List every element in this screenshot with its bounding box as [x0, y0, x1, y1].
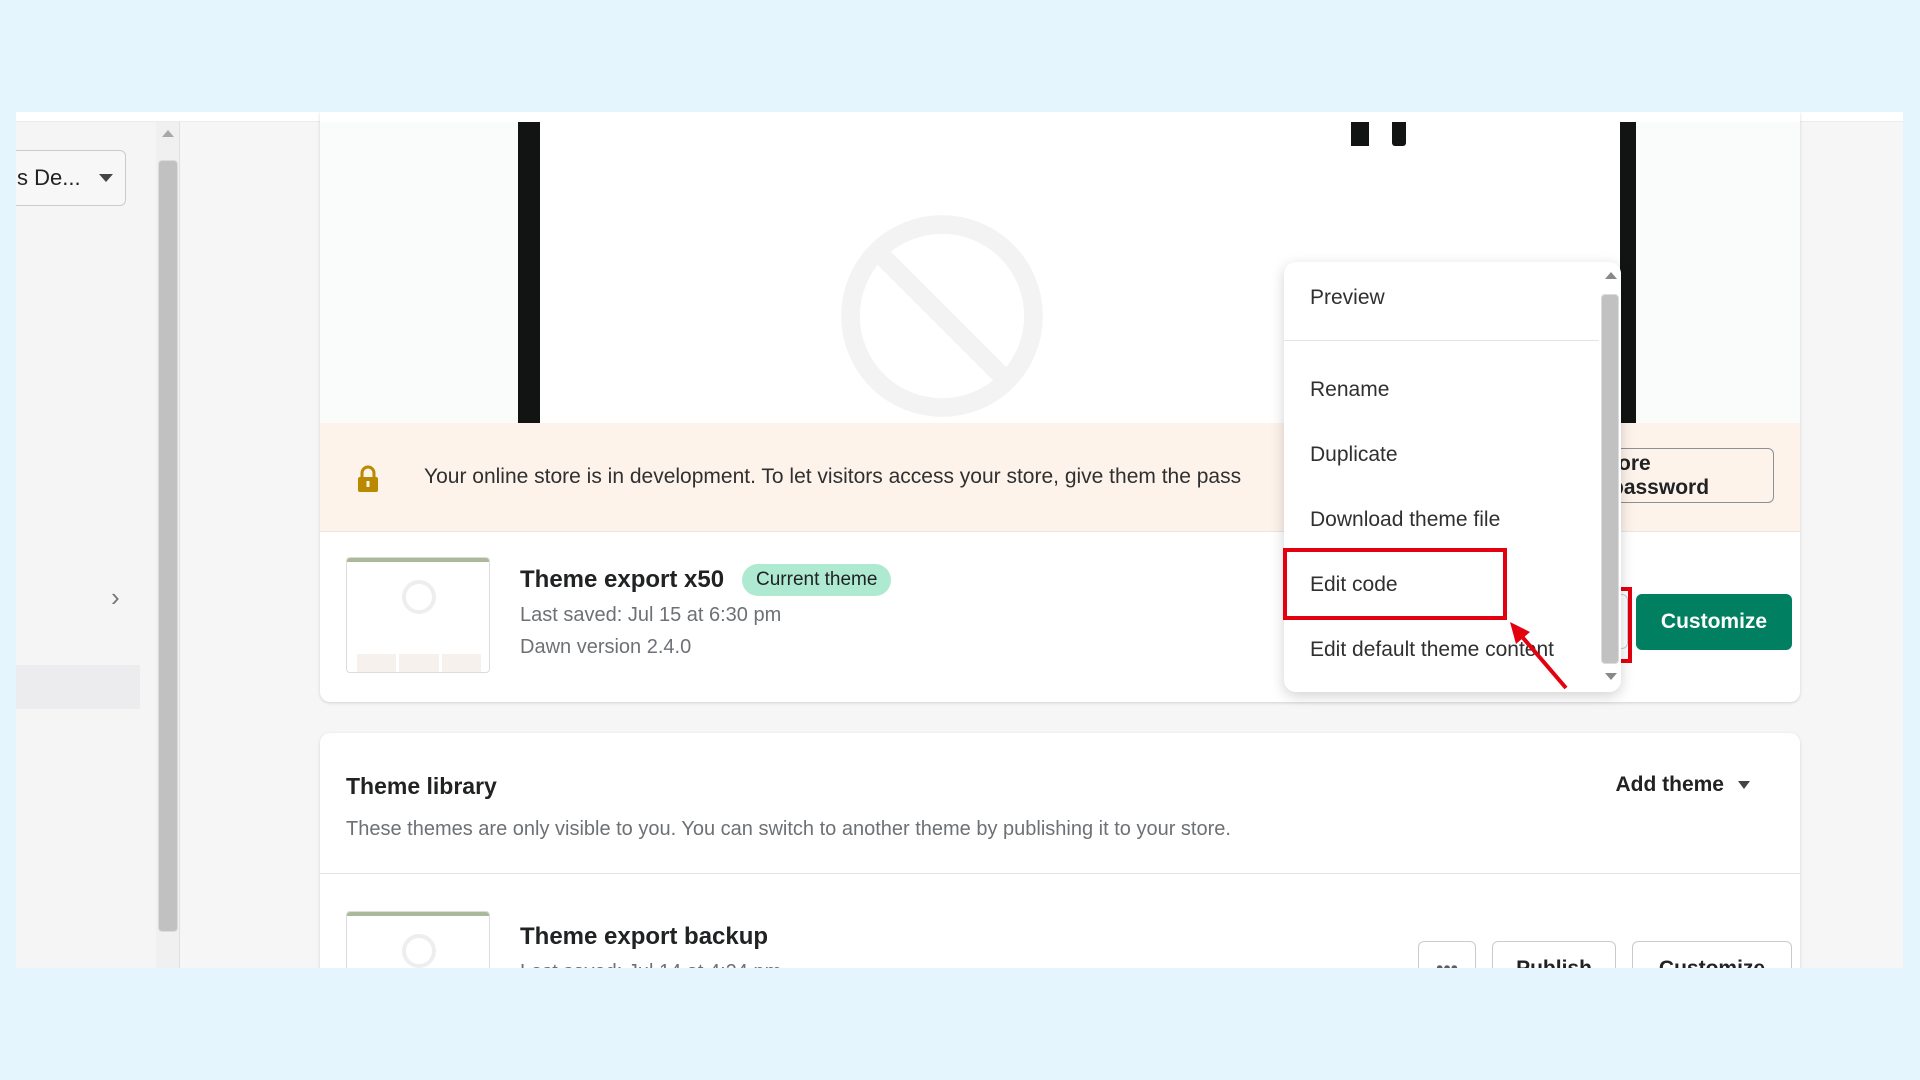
store-selector[interactable]: s De...: [16, 150, 126, 206]
theme-version: Dawn version 2.4.0: [520, 636, 692, 658]
current-theme-badge: Current theme: [742, 564, 892, 596]
sidebar-active-item[interactable]: [16, 665, 140, 709]
scroll-up-icon[interactable]: [1605, 272, 1617, 279]
device-frame-notch: [1392, 122, 1406, 146]
last-saved: Last saved: Jul 14 at 4:24 pm: [520, 961, 781, 968]
theme-name: Theme export backup: [520, 923, 769, 950]
theme-name: Theme export x50: [520, 566, 725, 593]
theme-library-description: These themes are only visible to you. Yo…: [346, 818, 1231, 840]
lock-icon: [358, 465, 378, 492]
menu-item-download-theme-file[interactable]: Download theme file: [1310, 508, 1500, 532]
divider: [320, 873, 1800, 874]
menu-item-duplicate[interactable]: Duplicate: [1310, 443, 1398, 467]
banner-text: Your online store is in development. To …: [424, 465, 1242, 488]
store-password-button[interactable]: tore password: [1610, 448, 1774, 503]
add-theme-label: Add theme: [1615, 773, 1724, 796]
customize-button[interactable]: Customize: [1632, 941, 1792, 968]
customize-button[interactable]: Customize: [1636, 594, 1792, 650]
annotation-arrow-icon: [1510, 622, 1568, 690]
sidebar: s De... ›: [16, 122, 156, 968]
menu-divider: [1284, 340, 1599, 341]
device-frame-left: [518, 122, 540, 423]
last-saved: Last saved: Jul 15 at 6:30 pm: [520, 604, 782, 626]
store-selector-label: s De...: [17, 165, 81, 190]
scrollbar-thumb[interactable]: [1601, 294, 1619, 664]
chevron-right-icon[interactable]: ›: [111, 582, 120, 613]
device-frame-notch: [1351, 122, 1369, 146]
annotation-highlight-box: [1283, 548, 1507, 620]
theme-library-card: Theme library Add theme These themes are…: [320, 733, 1800, 968]
device-frame-right: [1620, 122, 1636, 423]
menu-item-rename[interactable]: Rename: [1310, 378, 1389, 402]
menu-scrollbar[interactable]: [1599, 262, 1621, 692]
caret-down-icon: [1738, 781, 1750, 789]
caret-down-icon: [98, 174, 113, 182]
sidebar-scrollbar[interactable]: [156, 122, 180, 968]
screenshot-frame: s De... › Your online store is in develo…: [16, 112, 1903, 968]
publish-button[interactable]: Publish: [1492, 941, 1616, 968]
add-theme-button[interactable]: Add theme: [1615, 773, 1750, 797]
no-image-icon: [841, 215, 1043, 417]
menu-item-preview[interactable]: Preview: [1310, 286, 1385, 310]
theme-thumbnail: [346, 911, 490, 968]
scroll-up-icon[interactable]: [162, 130, 174, 137]
theme-thumbnail: [346, 557, 490, 673]
scroll-down-icon[interactable]: [1605, 673, 1617, 680]
theme-library-title: Theme library: [346, 773, 497, 799]
more-actions-button[interactable]: •••: [1418, 941, 1476, 968]
scrollbar-thumb[interactable]: [158, 160, 178, 932]
